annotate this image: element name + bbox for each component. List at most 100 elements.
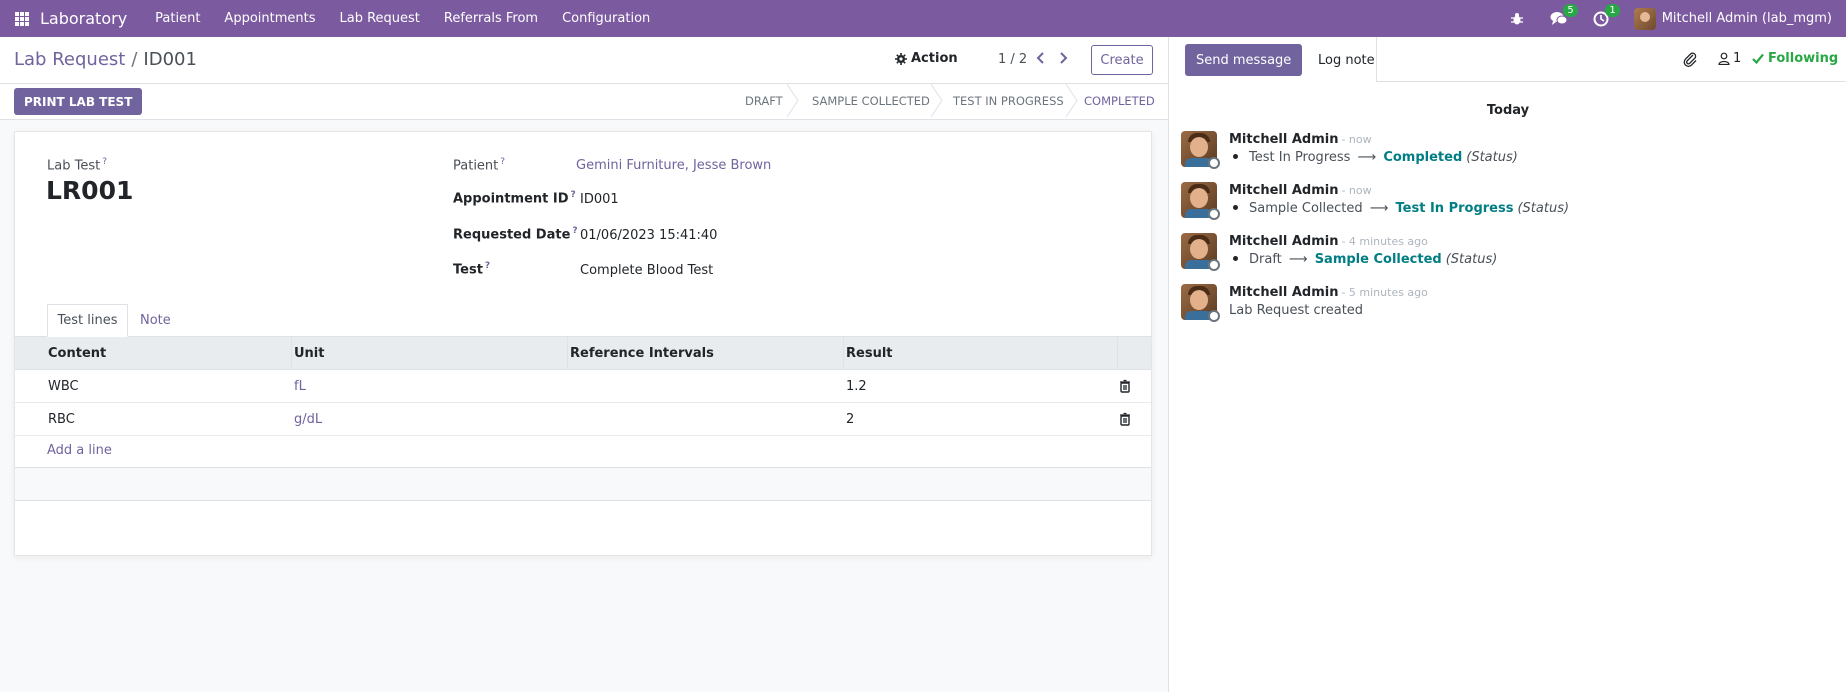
menu-lab-request[interactable]: Lab Request xyxy=(328,11,432,26)
tracked-field: (Status) xyxy=(1517,201,1570,216)
message-time: - now xyxy=(1341,133,1372,146)
column-separator xyxy=(843,337,844,370)
check-icon xyxy=(1752,53,1764,64)
patient-field[interactable]: Gemini Furniture, Jesse Brown xyxy=(576,158,771,173)
print-lab-test-button[interactable]: PRINT LAB TEST xyxy=(14,88,143,115)
help-icon[interactable]: ? xyxy=(571,190,576,200)
tab-note[interactable]: Note xyxy=(140,304,171,337)
user-menu[interactable]: Mitchell Admin (lab_mgm) xyxy=(1633,7,1832,30)
test-label: Test? xyxy=(453,261,491,278)
column-separator xyxy=(1117,337,1118,370)
send-message-button[interactable]: Send message xyxy=(1185,44,1303,76)
cell-content[interactable]: WBC xyxy=(48,379,79,394)
table-row[interactable]: WBC fL 1.2 xyxy=(15,370,1151,403)
tab-test-lines[interactable]: Test lines xyxy=(47,304,128,337)
date-separator: Today xyxy=(1486,103,1530,118)
help-icon[interactable]: ? xyxy=(102,157,107,167)
column-separator xyxy=(291,337,292,370)
top-navbar: Laboratory Patient Appointments Lab Requ… xyxy=(0,0,1846,37)
menu-appointments[interactable]: Appointments xyxy=(212,11,327,26)
chatter-divider xyxy=(1376,81,1846,82)
lab-test-value[interactable]: LR001 xyxy=(46,176,133,205)
activities-clock-icon[interactable]: 1 xyxy=(1592,3,1620,28)
help-icon[interactable]: ? xyxy=(572,226,577,236)
apps-grid-icon[interactable] xyxy=(15,11,29,26)
new-value: Sample Collected xyxy=(1314,252,1442,267)
tracking-value: Test In Progress ⟶ Completed (Status) xyxy=(1229,150,1518,165)
chatter-separator xyxy=(1376,37,1377,81)
breadcrumb: Lab Request / ID001 xyxy=(14,49,197,70)
stage-divider xyxy=(786,84,799,117)
user-avatar xyxy=(1633,7,1656,30)
following-label: Following xyxy=(1768,51,1839,66)
pager-previous-icon[interactable] xyxy=(1034,50,1048,66)
user-name: Mitchell Admin (lab_mgm) xyxy=(1661,11,1832,26)
action-menu-button[interactable]: Action xyxy=(895,51,958,66)
form-statusbar: PRINT LAB TEST DRAFT SAMPLE COLLECTED TE… xyxy=(0,84,1168,120)
column-separator xyxy=(567,337,568,370)
stage-completed[interactable]: COMPLETED xyxy=(1084,84,1155,117)
pager-next-icon[interactable] xyxy=(1056,50,1070,66)
lab-test-label: Lab Test? xyxy=(47,157,107,174)
help-icon[interactable]: ? xyxy=(500,157,505,167)
menu-patient[interactable]: Patient xyxy=(143,11,212,26)
debug-bug-icon[interactable] xyxy=(1508,10,1526,28)
presence-status-icon xyxy=(1208,208,1220,220)
app-brand[interactable]: Laboratory xyxy=(40,9,127,28)
tracked-field: (Status) xyxy=(1466,150,1518,165)
column-unit[interactable]: Unit xyxy=(294,346,324,361)
help-icon[interactable]: ? xyxy=(485,261,490,271)
requested-date-label: Requested Date? xyxy=(453,226,578,243)
pager-value[interactable]: 1 / 2 xyxy=(998,52,1027,67)
add-line-link[interactable]: Add a line xyxy=(47,443,112,458)
requested-date-field[interactable]: 01/06/2023 15:41:40 xyxy=(580,228,717,243)
activities-count-badge: 1 xyxy=(1605,3,1620,17)
arrow-right-icon: ⟶ xyxy=(1365,201,1393,216)
cell-result[interactable]: 2 xyxy=(846,412,854,427)
stage-divider xyxy=(930,84,943,117)
stage-draft[interactable]: DRAFT xyxy=(745,84,783,117)
stage-sample-collected[interactable]: SAMPLE COLLECTED xyxy=(812,84,930,117)
cell-content[interactable]: RBC xyxy=(48,412,75,427)
cell-result[interactable]: 1.2 xyxy=(846,379,867,394)
old-value: Sample Collected xyxy=(1249,201,1363,216)
appointment-id-label: Appointment ID? xyxy=(453,190,576,207)
cell-unit[interactable]: fL xyxy=(294,379,306,394)
test-field[interactable]: Complete Blood Test xyxy=(580,263,713,278)
cell-unit[interactable]: g/dL xyxy=(294,412,322,427)
column-reference-intervals[interactable]: Reference Intervals xyxy=(570,346,714,361)
message-author[interactable]: Mitchell Admin - now xyxy=(1229,183,1372,198)
column-result[interactable]: Result xyxy=(846,346,893,361)
log-note-button[interactable]: Log note xyxy=(1307,44,1386,76)
presence-status-icon xyxy=(1208,259,1220,271)
message-time: - 4 minutes ago xyxy=(1341,235,1428,248)
following-button[interactable]: Following xyxy=(1752,51,1838,66)
column-content[interactable]: Content xyxy=(48,346,106,361)
stage-test-in-progress[interactable]: TEST IN PROGRESS xyxy=(953,84,1064,117)
message-time: - now xyxy=(1341,184,1372,197)
messages-chat-icon[interactable]: 5 xyxy=(1550,3,1578,28)
breadcrumb-separator: / xyxy=(131,49,138,70)
patient-label: Patient? xyxy=(453,157,506,174)
menu-configuration[interactable]: Configuration xyxy=(550,11,662,26)
paperclip-icon[interactable] xyxy=(1682,51,1698,67)
control-panel: Lab Request / ID001 Action 1 / 2 Create xyxy=(0,37,1168,84)
trash-icon[interactable] xyxy=(1119,412,1131,426)
create-button[interactable]: Create xyxy=(1091,45,1153,75)
action-label: Action xyxy=(911,51,958,66)
message-author[interactable]: Mitchell Admin - 5 minutes ago xyxy=(1229,285,1428,300)
appointment-id-field[interactable]: ID001 xyxy=(580,192,619,207)
followers-button[interactable]: 1 xyxy=(1718,51,1741,66)
tracking-value: Draft ⟶ Sample Collected (Status) xyxy=(1229,252,1497,267)
message-author[interactable]: Mitchell Admin - now xyxy=(1229,132,1372,147)
arrow-right-icon: ⟶ xyxy=(1353,150,1381,165)
message-time: - 5 minutes ago xyxy=(1341,286,1428,299)
trash-icon[interactable] xyxy=(1119,379,1131,393)
breadcrumb-lab-request-link[interactable]: Lab Request xyxy=(14,49,125,70)
user-icon xyxy=(1718,52,1730,65)
new-value: Completed xyxy=(1383,150,1463,165)
message-author[interactable]: Mitchell Admin - 4 minutes ago xyxy=(1229,234,1428,249)
new-value: Test In Progress xyxy=(1395,201,1514,216)
table-row[interactable]: RBC g/dL 2 xyxy=(15,403,1151,436)
menu-referrals-from[interactable]: Referrals From xyxy=(432,11,550,26)
